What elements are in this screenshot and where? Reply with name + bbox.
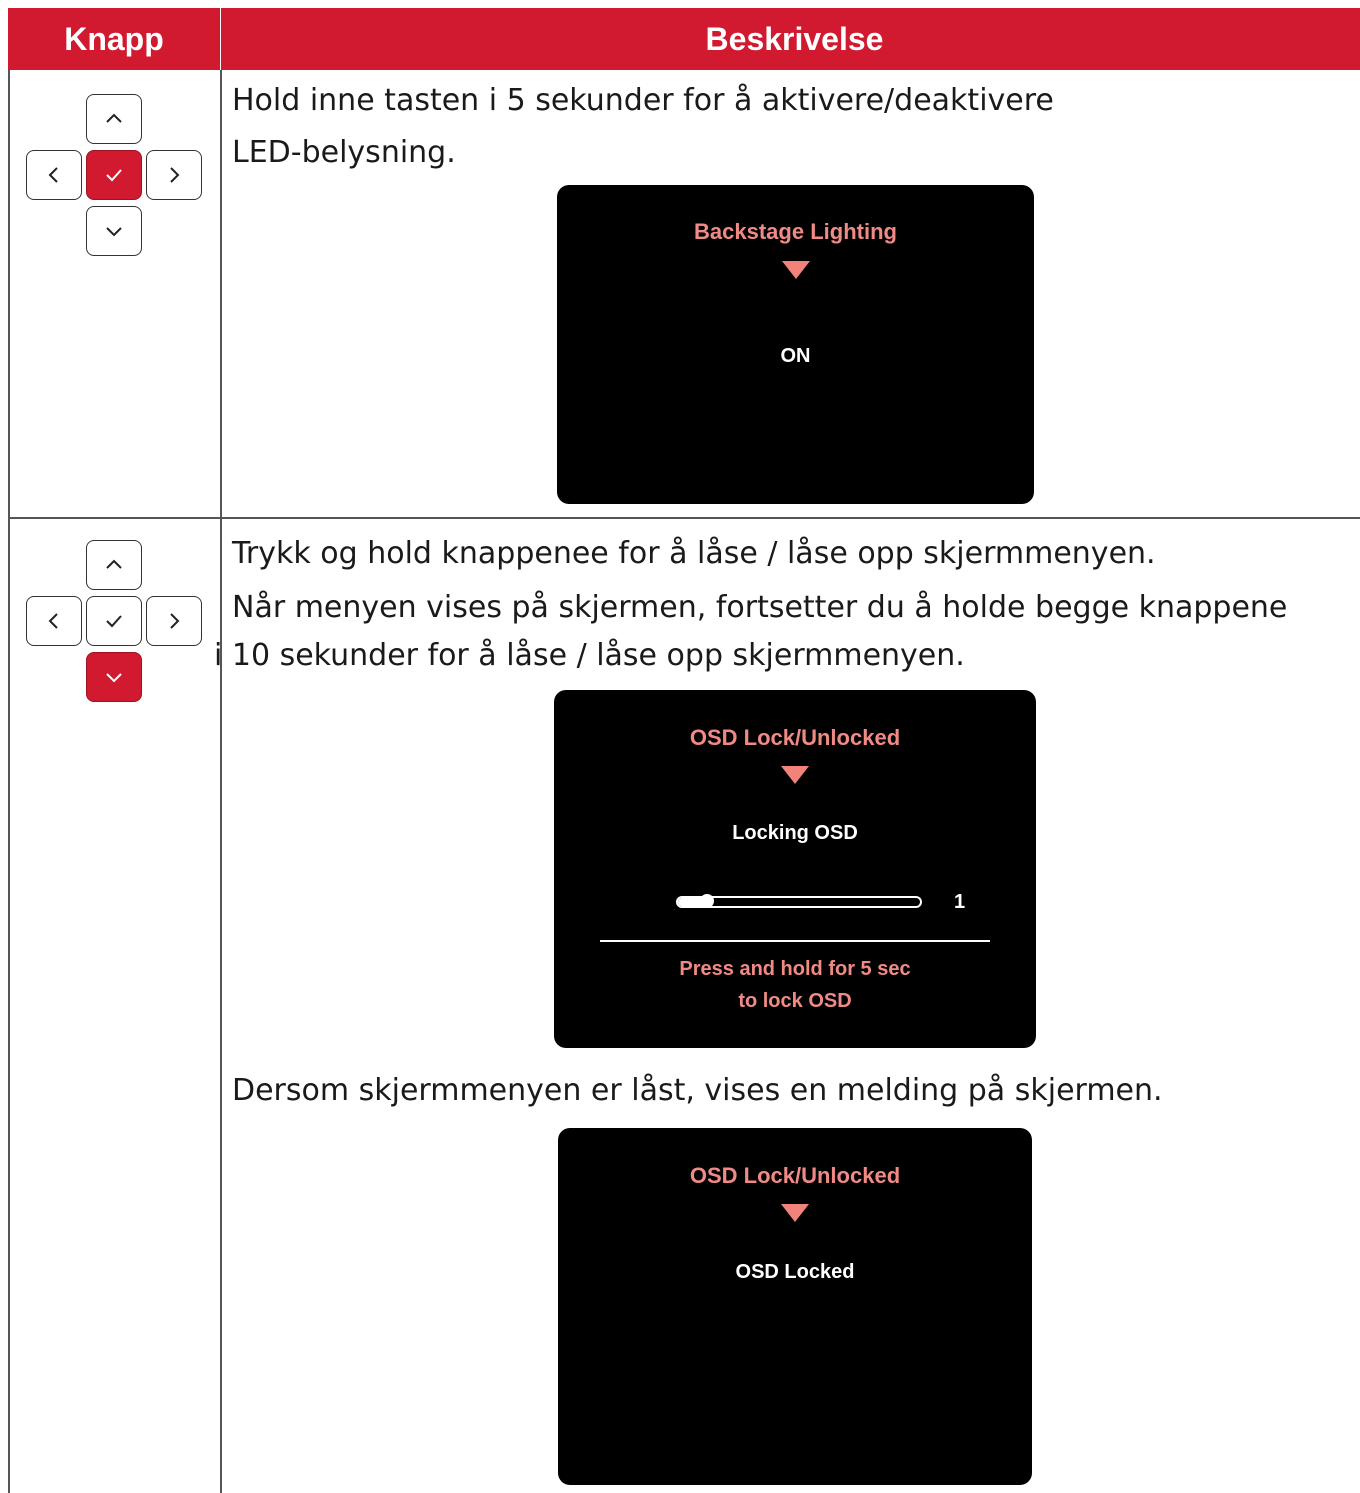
- table-column-divider: [220, 70, 222, 1493]
- osd-value: ON: [780, 345, 811, 367]
- chevron-left-icon: [48, 167, 58, 183]
- osd-note-line-1: Press and hold for 5 sec: [679, 958, 911, 980]
- osd-value: Locking OSD: [732, 822, 858, 844]
- row-2-after-text: Dersom skjermmenyen er låst, vises en me…: [232, 1073, 1163, 1108]
- chevron-down-icon: [106, 227, 122, 237]
- row-1-description-line-2: LED-belysning.: [232, 135, 456, 170]
- header-button-column: Knapp: [8, 8, 220, 70]
- arrow-down-icon: [781, 261, 810, 279]
- chevron-down-icon: [106, 673, 122, 683]
- row-2-description-line-2: Når menyen vises på skjermen, fortsetter…: [232, 590, 1288, 625]
- chevron-up-icon: [106, 113, 122, 123]
- right-key: [146, 596, 202, 646]
- dpad-row-2: [26, 540, 210, 704]
- table-left-border: [8, 70, 10, 1493]
- ok-key-highlighted: [86, 150, 142, 200]
- osd-title: OSD Lock/Unlocked: [689, 725, 901, 750]
- check-icon: [106, 169, 122, 182]
- down-key: [86, 206, 142, 256]
- up-key: [86, 94, 142, 144]
- osd-locking: OSD Lock/Unlocked Locking OSD 1 Press an…: [554, 690, 1036, 1048]
- row-1-description-line-1: Hold inne tasten i 5 sekunder for å akti…: [232, 83, 1054, 118]
- progress-value: 1: [954, 891, 966, 913]
- chevron-right-icon: [170, 613, 180, 629]
- check-icon: [106, 615, 122, 628]
- chevron-left-icon: [48, 613, 58, 629]
- ok-key: [86, 596, 142, 646]
- button-description-table: Knapp Beskrivelse Hold inne tasten i 5 s…: [8, 8, 1360, 1493]
- up-key: [86, 540, 142, 590]
- row-divider: [8, 517, 1360, 519]
- arrow-down-icon: [781, 1204, 809, 1222]
- osd-locked: OSD Lock/Unlocked OSD Locked: [558, 1128, 1032, 1485]
- osd-title: OSD Lock/Unlocked: [689, 1163, 901, 1188]
- row-2-description-line-1: Trykk og hold knappenee for å låse / lås…: [232, 536, 1156, 571]
- osd-divider: [600, 940, 990, 942]
- left-key: [26, 150, 82, 200]
- header-description-column: Beskrivelse: [221, 8, 1360, 70]
- osd-value: OSD Locked: [735, 1261, 855, 1283]
- chevron-up-icon: [106, 559, 122, 569]
- down-key-highlighted: [86, 652, 142, 702]
- left-key: [26, 596, 82, 646]
- right-key: [146, 150, 202, 200]
- row-2-description-line-3: i 10 sekunder for å låse / låse opp skje…: [214, 638, 965, 673]
- chevron-right-icon: [170, 167, 180, 183]
- arrow-down-icon: [781, 766, 809, 784]
- osd-title: Backstage Lighting: [694, 219, 897, 244]
- dpad-row-1: [26, 94, 210, 258]
- osd-note-line-2: to lock OSD: [738, 990, 852, 1012]
- lock-progress-bar: [676, 894, 922, 908]
- progress-knob: [700, 894, 715, 908]
- osd-backstage-lighting: Backstage Lighting ON: [557, 185, 1034, 504]
